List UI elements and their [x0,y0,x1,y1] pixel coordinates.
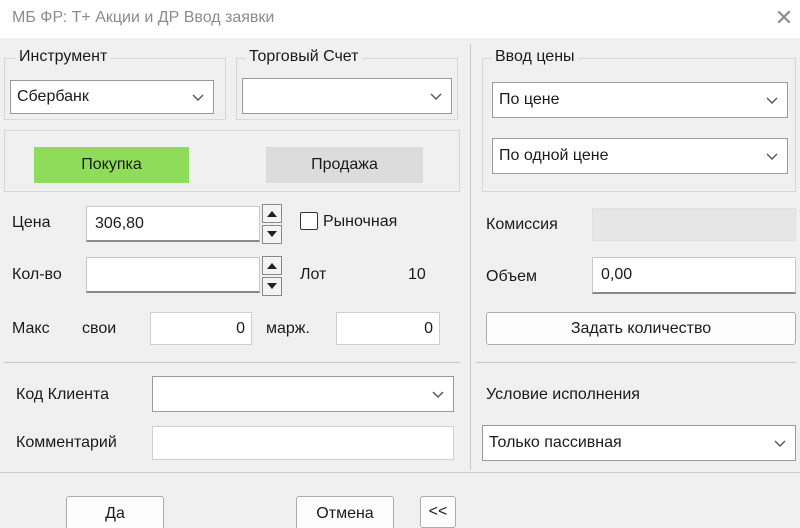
max-margin-label: марж. [266,320,310,337]
pane-divider [470,44,471,470]
bottom-divider [0,472,800,473]
account-legend: Торговый Счет [246,48,362,66]
sell-button[interactable]: Продажа [266,147,423,183]
qty-input[interactable] [86,257,260,293]
price-entry-legend: Ввод цены [492,48,578,66]
qty-up-arrow-icon[interactable] [262,256,282,275]
max-label: Макс [12,320,50,337]
chevron-down-icon [766,153,778,160]
left-divider [4,362,460,363]
comment-label: Комментарий [16,434,117,451]
chevron-down-icon [766,97,778,104]
price-mode-value: По цене [499,91,560,108]
chevron-down-icon [192,94,204,101]
execution-select[interactable]: Только пассивная [482,425,796,461]
price-stepper[interactable] [262,204,282,244]
price-down-arrow-icon[interactable] [262,225,282,244]
comment-input[interactable] [152,426,454,460]
max-own-value: 0 [236,319,245,337]
title-bar: МБ ФР: Т+ Акции и ДР Ввод заявки ✕ [0,0,800,38]
qty-down-arrow-icon[interactable] [262,277,282,296]
price-label: Цена [12,214,51,231]
instrument-legend: Инструмент [16,48,111,66]
lot-value: 10 [408,266,426,283]
max-margin-field: 0 [336,312,440,345]
client-select[interactable] [152,376,454,412]
chevron-down-icon [774,440,786,447]
max-own-field: 0 [150,312,252,345]
max-own-label: свои [82,320,117,337]
window-title: МБ ФР: Т+ Акции и ДР Ввод заявки [12,9,275,26]
price-up-arrow-icon[interactable] [262,204,282,223]
client-label: Код Клиента [16,386,110,403]
ok-button[interactable]: Да [66,496,164,528]
volume-label: Объем [486,268,537,285]
price-input[interactable]: 306,80 [86,206,260,242]
commission-field [592,208,796,241]
qty-label: Кол-во [12,266,62,283]
set-quantity-button[interactable]: Задать количество [486,312,796,345]
qty-stepper[interactable] [262,256,282,296]
price-mode2-value: По одной цене [499,147,609,164]
price-mode2-select[interactable]: По одной цене [492,138,788,174]
right-divider [476,362,796,363]
account-select[interactable] [242,78,452,114]
max-margin-value: 0 [424,319,433,337]
volume-value: 0,00 [601,266,633,283]
instrument-select[interactable]: Сбербанк [10,80,214,114]
price-mode-select[interactable]: По цене [492,82,788,118]
execution-value: Только пассивная [489,434,622,451]
price-value: 306,80 [95,214,144,232]
market-label: Рыночная [323,213,398,230]
chevron-down-icon [430,93,442,100]
market-checkbox[interactable] [300,212,318,230]
close-icon[interactable]: ✕ [770,4,798,32]
buy-button[interactable]: Покупка [34,147,189,183]
chevron-down-icon [432,391,444,398]
collapse-button[interactable]: << [420,496,456,528]
execution-label: Условие исполнения [486,386,640,403]
volume-input[interactable]: 0,00 [592,257,796,294]
cancel-button[interactable]: Отмена [296,496,394,528]
commission-label: Комиссия [486,216,558,233]
instrument-value: Сбербанк [17,88,89,105]
lot-label: Лот [300,266,327,283]
